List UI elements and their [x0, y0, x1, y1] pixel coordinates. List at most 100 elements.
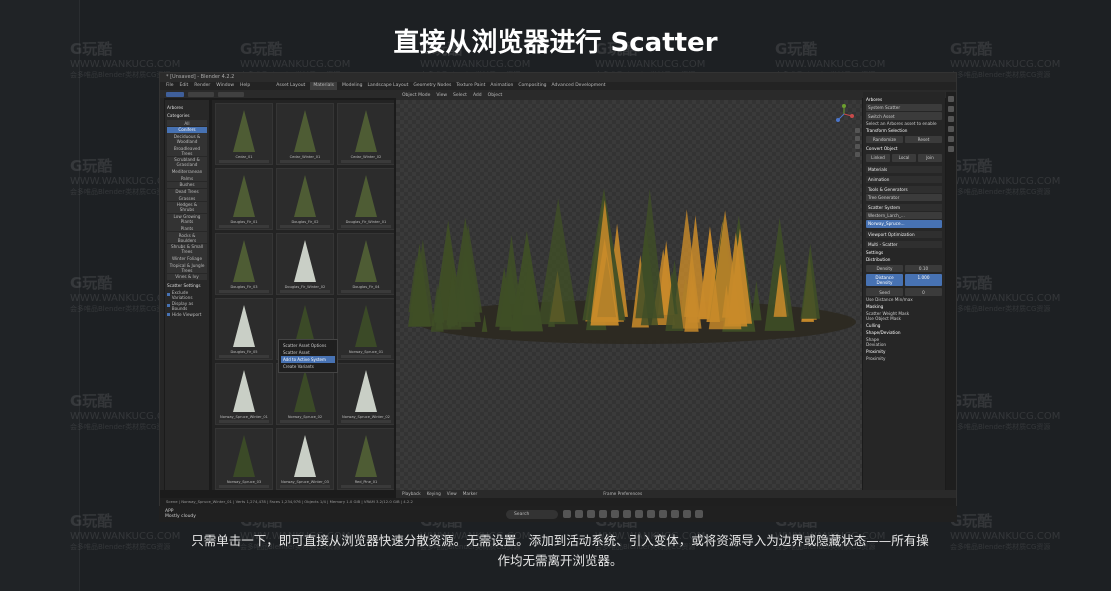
menu-window[interactable]: Window — [216, 82, 234, 90]
menu-item-scatter-asset[interactable]: Scatter Asset — [281, 349, 335, 356]
asset-tile[interactable]: Cedar_Winter_02 — [337, 103, 394, 165]
mail-icon[interactable] — [598, 510, 607, 518]
tab-asset-layout[interactable]: Asset Layout — [276, 82, 305, 90]
import-button[interactable] — [280, 225, 330, 228]
asset-library-dropdown[interactable] — [188, 91, 214, 97]
camera-icon[interactable] — [855, 144, 860, 149]
category-item[interactable]: Palms — [167, 175, 207, 182]
taskbar-search[interactable]: Search — [505, 509, 558, 519]
tab-modeling[interactable]: Modeling — [342, 82, 362, 90]
category-item[interactable]: Tropical & Jungle Trees — [167, 262, 207, 274]
timeline-keying[interactable]: Keying — [427, 490, 441, 498]
import-button[interactable] — [219, 290, 269, 293]
import-button[interactable] — [219, 355, 269, 358]
import-button[interactable] — [219, 225, 269, 228]
category-item[interactable]: Conifers — [167, 126, 207, 133]
category-item[interactable]: Low Growing Plants — [167, 213, 207, 225]
settings-icon[interactable] — [682, 510, 691, 518]
category-item[interactable]: Mediterranean — [167, 168, 207, 175]
section-tools[interactable]: Tools & Generators — [866, 185, 942, 193]
distance-density-field[interactable]: 1.000 — [905, 274, 942, 287]
frame-preferences[interactable]: Frame Preferences — [603, 490, 642, 498]
asset-tile[interactable]: Cedar_01 — [215, 103, 273, 165]
output-tab-icon[interactable] — [948, 116, 954, 122]
import-button[interactable] — [280, 485, 330, 488]
viewport-menu-view[interactable]: View — [436, 92, 447, 100]
import-button[interactable] — [341, 290, 391, 293]
asset-tile[interactable]: Red_Pine_01 — [337, 428, 394, 490]
category-item[interactable]: Bushes — [167, 181, 207, 188]
menu-render[interactable]: Render — [194, 82, 210, 90]
object-mode-dropdown[interactable]: Object Mode — [402, 92, 430, 100]
asset-tile[interactable]: Cedar_Winter_01 — [276, 103, 334, 165]
asset-tile[interactable]: Douglas_Fir_01 — [215, 168, 273, 230]
scatter-list-item-2[interactable]: Norway_Spruce... — [866, 220, 942, 228]
viewport-menu-select[interactable]: Select — [453, 92, 467, 100]
use-distance-checkbox[interactable]: Use Distance Min/max — [866, 297, 942, 302]
tab-landscape-layout[interactable]: Landscape Layout — [367, 82, 408, 90]
category-item[interactable]: Winter Foliage — [167, 255, 207, 262]
asset-tile[interactable]: Norway_Spruce_Winter_03 — [276, 428, 334, 490]
import-button[interactable] — [280, 160, 330, 163]
render-tab-icon[interactable] — [948, 106, 954, 112]
viewport-menu-object[interactable]: Object — [488, 92, 503, 100]
start-icon[interactable] — [562, 510, 571, 518]
editor-icon[interactable] — [694, 510, 703, 518]
reset-button[interactable]: Reset — [905, 135, 942, 144]
import-button[interactable] — [280, 420, 330, 423]
import-button[interactable] — [219, 485, 269, 488]
object-tab-icon[interactable] — [948, 146, 954, 152]
section-multi-scatter[interactable]: Multi - Scatter — [866, 240, 942, 248]
linked-button[interactable]: Linked — [866, 154, 890, 162]
photos-icon[interactable] — [622, 510, 631, 518]
scatter-list-item-1[interactable]: Western_Larch_... — [866, 211, 942, 220]
display-bounds-checkbox[interactable]: Display as Bounds — [167, 301, 207, 311]
category-item[interactable]: Hedges & Shrubs — [167, 201, 207, 214]
asset-tile[interactable]: Douglas_Fir_Winter_01 — [337, 168, 394, 230]
section-animation[interactable]: Animation — [866, 175, 942, 183]
import-button[interactable] — [341, 420, 391, 423]
join-button[interactable]: Join — [918, 154, 942, 162]
switch-asset-button[interactable]: Switch Asset — [866, 112, 942, 120]
category-item[interactable]: Plants — [167, 225, 207, 232]
tab-geometry-nodes[interactable]: Geometry Nodes — [413, 82, 451, 90]
asset-tile[interactable]: Douglas_Fir_02 — [276, 168, 334, 230]
randomize-button[interactable]: Randomize — [866, 135, 903, 144]
tree-generator-button[interactable]: Tree Generator — [866, 193, 942, 201]
asset-tile[interactable]: Douglas_Fir_03 — [215, 233, 273, 295]
local-button[interactable]: Local — [892, 154, 916, 162]
timeline-playback[interactable]: Playback — [402, 490, 421, 498]
pan-hand-icon[interactable] — [855, 136, 860, 141]
category-item[interactable]: Grasses — [167, 195, 207, 202]
category-item[interactable]: Shrubs & Small Trees — [167, 243, 207, 255]
tab-materials[interactable]: Materials — [310, 82, 337, 90]
navigation-gizmo-icon[interactable] — [834, 104, 854, 124]
terminal-icon[interactable] — [646, 510, 655, 518]
timeline-view[interactable]: View — [447, 490, 457, 498]
viewport-menu-add[interactable]: Add — [473, 92, 482, 100]
category-item[interactable]: All — [167, 120, 207, 127]
asset-tile[interactable]: Douglas_Fir_05 — [215, 298, 273, 360]
exclude-variations-checkbox[interactable]: Exclude Variations — [167, 290, 207, 300]
asset-tile[interactable]: Norway_Spruce_01 — [337, 298, 394, 360]
asset-tile[interactable]: Douglas_Fir_Winter_02 — [276, 233, 334, 295]
weather-widget[interactable]: APP Mostly cloudy — [165, 509, 196, 519]
music-icon[interactable] — [634, 510, 643, 518]
import-button[interactable] — [341, 355, 391, 358]
tab-advanced-development[interactable]: Advanced Development — [552, 82, 606, 90]
grid-icon[interactable] — [855, 152, 860, 157]
tool-tab-icon[interactable] — [948, 96, 954, 102]
menu-help[interactable]: Help — [240, 82, 250, 90]
import-button[interactable] — [280, 290, 330, 293]
asset-tile[interactable]: Norway_Spruce_03 — [215, 428, 273, 490]
chat-icon[interactable] — [670, 510, 679, 518]
deviation-checkbox[interactable]: Deviation — [866, 342, 942, 347]
asset-tile[interactable]: Douglas_Fir_04 — [337, 233, 394, 295]
menu-item-create-variants[interactable]: Create Variants — [281, 363, 335, 370]
blender-icon[interactable] — [658, 510, 667, 518]
section-viewport-optimization[interactable]: Viewport Optimization — [866, 230, 942, 238]
menu-edit[interactable]: Edit — [180, 82, 189, 90]
asset-tile[interactable]: Norway_Spruce_Winter_01 — [215, 363, 273, 425]
filter-dropdown[interactable] — [218, 91, 244, 97]
store-icon[interactable] — [610, 510, 619, 518]
